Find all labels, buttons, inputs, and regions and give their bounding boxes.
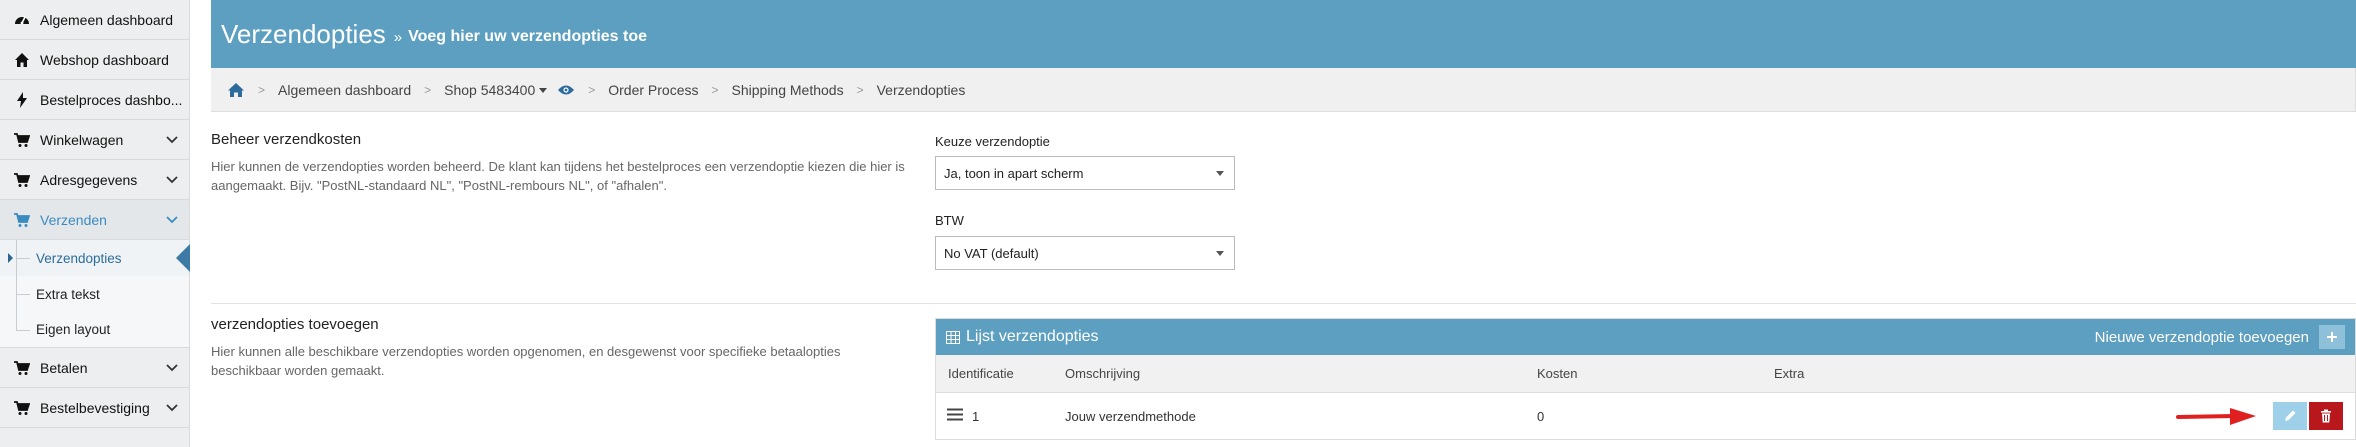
sidebar-item-label: Bestelproces dashbo...: [40, 91, 183, 108]
add-shipping-button[interactable]: Nieuwe verzendoptie toevoegen: [2095, 325, 2345, 349]
column-header[interactable]: Omschrijving: [1065, 366, 1140, 381]
dropdown-arrow-icon: [1216, 251, 1224, 256]
edit-button[interactable]: [2273, 402, 2307, 430]
sidebar-subitem-label: Extra tekst: [36, 286, 100, 302]
sidebar-subitem-eigen-layout[interactable]: Eigen layout: [0, 312, 189, 348]
page-subtitle: Voeg hier uw verzendopties toe: [408, 28, 647, 45]
cart-icon: [14, 360, 30, 376]
sidebar-item-verzenden[interactable]: Verzenden: [0, 200, 189, 240]
breadcrumb-item-shop[interactable]: Shop 5483400: [444, 81, 548, 98]
chevron-down-icon: [165, 172, 179, 189]
caret-down-icon: [539, 88, 548, 94]
table-icon: [946, 330, 960, 344]
sidebar-item-betalen[interactable]: Betalen: [0, 348, 189, 388]
choice-select[interactable]: Ja, toon in apart scherm: [935, 156, 1235, 190]
sidebar-item-label: Betalen: [40, 359, 88, 376]
vat-select-value: No VAT (default): [944, 245, 1039, 261]
page-header: Verzendopties » Voeg hier uw verzendopti…: [211, 0, 2356, 68]
sidebar-item-label: Verzenden: [40, 211, 107, 228]
tree-line: [16, 312, 17, 330]
sidebar-item-label: Algemeen dashboard: [40, 11, 174, 28]
add-section: verzendopties toevoegen Hier kunnen alle…: [211, 316, 911, 380]
breadcrumb-separator: >: [258, 82, 266, 97]
breadcrumb-item[interactable]: Algemeen dashboard: [278, 82, 411, 98]
cart-icon: [14, 132, 30, 148]
eye-icon[interactable]: [557, 84, 575, 96]
sidebar-subitem-label: Verzendopties: [36, 250, 122, 266]
home-icon[interactable]: [227, 82, 245, 98]
cart-icon: [14, 212, 30, 228]
cart-icon: [14, 172, 30, 188]
sidebar-item-winkelwagen[interactable]: Winkelwagen: [0, 120, 189, 160]
column-header[interactable]: Extra: [1774, 366, 1804, 381]
sidebar-subitem-extra-tekst[interactable]: Extra tekst: [0, 276, 189, 312]
sidebar-item-adresgegevens[interactable]: Adresgegevens: [0, 160, 189, 200]
sidebar-item-label: Bestelbevestiging: [40, 399, 150, 416]
column-header[interactable]: Identificatie: [948, 366, 1014, 381]
column-header[interactable]: Kosten: [1537, 366, 1577, 381]
sidebar-item-label: Webshop dashboard: [40, 51, 169, 68]
sidebar-item-algemeen-dashboard[interactable]: Algemeen dashboard: [0, 0, 189, 40]
vat-select[interactable]: No VAT (default): [935, 236, 1235, 270]
choice-select-value: Ja, toon in apart scherm: [944, 165, 1084, 181]
breadcrumb-separator: >: [424, 82, 432, 97]
shipping-list-panel: Lijst verzendopties Nieuwe verzendoptie …: [935, 318, 2356, 440]
dropdown-arrow-icon: [1216, 171, 1224, 176]
sidebar-item-label: Adresgegevens: [40, 171, 138, 188]
breadcrumb: > Algemeen dashboard > Shop 5483400 > Or…: [211, 68, 2356, 112]
row-description: Jouw verzendmethode: [1065, 408, 1196, 424]
panel-title: Lijst verzendopties: [966, 328, 1099, 345]
chevron-down-icon: [165, 400, 179, 417]
sidebar-item-webshop-dashboard[interactable]: Webshop dashboard: [0, 40, 189, 80]
add-section-description: Hier kunnen alle beschikbare verzendopti…: [211, 344, 841, 378]
breadcrumb-separator: >: [856, 82, 864, 97]
vat-label: BTW: [935, 213, 964, 228]
panel-header: Lijst verzendopties Nieuwe verzendoptie …: [936, 319, 2355, 355]
add-shipping-label: Nieuwe verzendoptie toevoegen: [2094, 328, 2309, 346]
sidebar-subitem-verzendopties[interactable]: Verzendopties: [0, 240, 190, 276]
title-separator: »: [393, 28, 403, 46]
chevron-down-icon: [165, 360, 179, 377]
choice-label: Keuze verzendoptie: [935, 134, 1050, 149]
row-id: 1: [972, 408, 980, 424]
breadcrumb-separator: >: [588, 82, 596, 97]
caret-right-icon: [8, 253, 13, 263]
pencil-icon: [2285, 410, 2296, 421]
tree-line: [16, 276, 17, 312]
plus-icon[interactable]: [2319, 325, 2345, 349]
chevron-down-icon: [165, 132, 179, 149]
cart-icon: [14, 400, 30, 416]
speedometer-icon: [14, 12, 30, 28]
breadcrumb-item[interactable]: Shipping Methods: [732, 82, 844, 98]
breadcrumb-item-label: Shop 5483400: [444, 81, 536, 98]
annotation-arrow-icon: [2176, 406, 2258, 431]
sidebar-item-bestelproces-dashboard[interactable]: Bestelproces dashbo...: [0, 80, 189, 120]
active-pointer-icon: [176, 244, 190, 272]
settings-description: Hier kunnen de verzendopties worden behe…: [211, 159, 905, 193]
sidebar: Algemeen dashboard Webshop dashboard Bes…: [0, 0, 190, 447]
breadcrumb-item[interactable]: Order Process: [608, 82, 698, 98]
settings-section: Beheer verzendkosten Hier kunnen de verz…: [211, 131, 911, 195]
bolt-icon: [14, 91, 30, 108]
sidebar-item-label: Winkelwagen: [40, 131, 124, 148]
row-cost: 0: [1537, 408, 1545, 424]
settings-title: Beheer verzendkosten: [211, 131, 362, 148]
delete-button[interactable]: [2309, 402, 2343, 430]
table-row: 1 Jouw verzendmethode 0: [936, 393, 2355, 439]
home-icon: [14, 52, 30, 68]
trash-icon: [2321, 409, 2331, 423]
drag-handle-icon[interactable]: [947, 408, 963, 424]
tree-line: [16, 240, 17, 276]
sidebar-item-bestelbevestiging[interactable]: Bestelbevestiging: [0, 388, 189, 428]
divider: [211, 303, 2356, 304]
breadcrumb-separator: >: [711, 82, 719, 97]
sidebar-subitem-label: Eigen layout: [36, 322, 111, 337]
table-header: Identificatie Omschrijving Kosten Extra: [936, 355, 2355, 393]
page-title: Verzendopties: [221, 18, 386, 49]
chevron-down-icon: [165, 212, 179, 229]
breadcrumb-item-current: Verzendopties: [876, 81, 966, 98]
add-section-title: verzendopties toevoegen: [211, 316, 379, 333]
